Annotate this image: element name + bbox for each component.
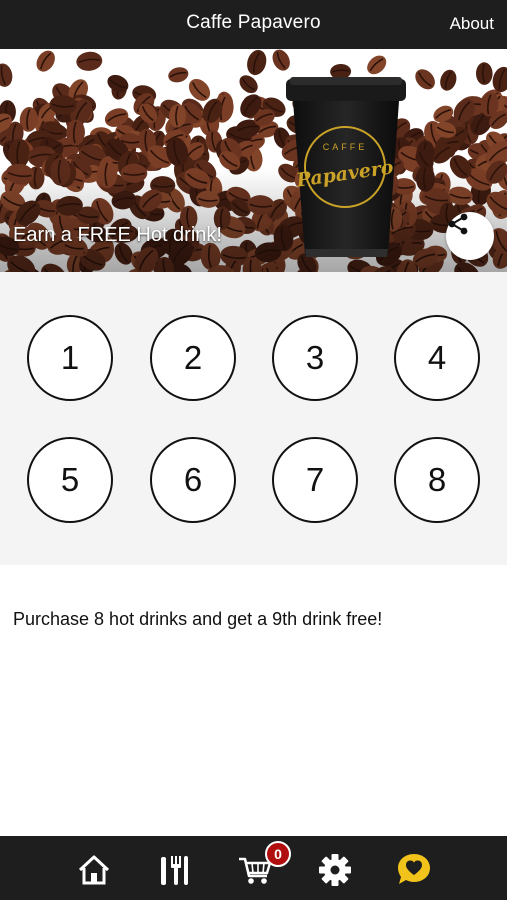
hero-caption: Earn a FREE Hot drink! <box>13 224 222 246</box>
gear-icon <box>319 854 351 886</box>
nav-loyalty-button[interactable] <box>394 850 434 890</box>
app-title: Caffe Papavero <box>186 12 321 33</box>
nav-home-button[interactable] <box>74 850 114 890</box>
about-link[interactable]: About <box>450 14 494 34</box>
stamp-6[interactable]: 6 <box>150 437 236 523</box>
stamp-8[interactable]: 8 <box>394 437 480 523</box>
stamp-5[interactable]: 5 <box>27 437 113 523</box>
stamp-card: 1 2 3 4 5 6 7 8 <box>0 272 507 565</box>
stamp-1[interactable]: 1 <box>27 315 113 401</box>
heart-chat-icon <box>398 854 430 884</box>
offer-description: Purchase 8 hot drinks and get a 9th drin… <box>13 609 383 629</box>
utensils-icon <box>161 856 188 885</box>
cart-count-badge: 0 <box>265 841 291 867</box>
nav-settings-button[interactable] <box>315 850 355 890</box>
coffee-cup-illustration: CAFFE Papavero <box>286 77 406 257</box>
stamp-2[interactable]: 2 <box>150 315 236 401</box>
hero-banner: CAFFE Papavero Earn a FREE Hot drink! <box>0 49 507 272</box>
share-icon <box>448 213 468 235</box>
nav-menu-button[interactable] <box>154 850 194 890</box>
cup-brand-small: CAFFE <box>323 142 368 152</box>
home-icon <box>78 855 110 885</box>
top-bar: Caffe Papavero About <box>0 0 507 49</box>
stamp-4[interactable]: 4 <box>394 315 480 401</box>
stamp-7[interactable]: 7 <box>272 437 358 523</box>
bottom-nav: 0 <box>0 836 507 900</box>
stamp-3[interactable]: 3 <box>272 315 358 401</box>
share-button[interactable] <box>446 212 494 260</box>
